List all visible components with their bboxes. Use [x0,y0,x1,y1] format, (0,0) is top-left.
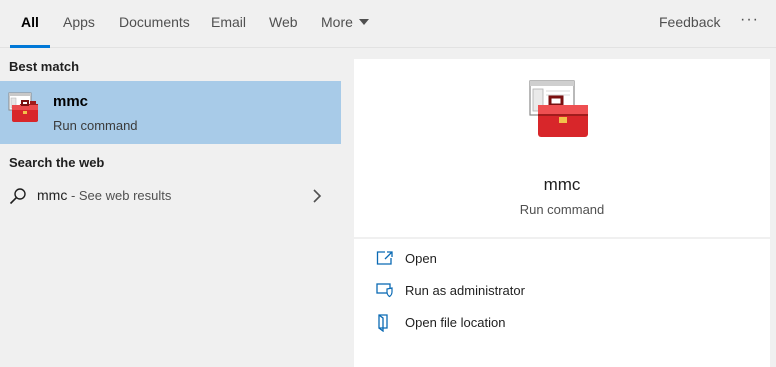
best-match-subtitle: Run command [53,118,138,133]
open-icon [376,250,394,271]
web-query: mmc [37,187,68,203]
tab-web[interactable]: Web [269,0,298,48]
tab-more[interactable]: More [321,0,369,48]
chevron-down-icon [358,19,369,25]
toolbox-app-icon-large [528,79,592,148]
shield-icon [376,282,394,303]
tab-apps[interactable]: Apps [63,0,95,48]
active-tab-indicator [10,45,50,48]
action-open-file-location[interactable]: Open file location [354,308,770,338]
app-detail-card: mmc Run command [354,59,770,237]
detail-title: mmc [543,175,581,194]
tab-web-label: Web [269,14,298,30]
action-list: Open Run as administrator Open file loca… [354,239,770,367]
search-web-header: Search the web [9,155,105,170]
tab-apps-label: Apps [63,14,95,30]
search-tab-bar: All Apps Documents Email Web More Feedba… [0,0,776,48]
action-run-as-admin[interactable]: Run as administrator [354,276,770,306]
tab-documents[interactable]: Documents [119,0,190,48]
more-options-button[interactable]: ··· [740,0,759,40]
web-suffix: - See web results [67,188,172,203]
tab-all[interactable]: All [10,0,50,48]
detail-type: Run command [519,202,605,217]
best-match-header: Best match [9,59,80,74]
best-match-title: mmc [53,93,89,110]
tab-all-label: All [21,14,39,30]
action-open[interactable]: Open [354,244,770,274]
search-icon [9,187,27,210]
action-open-file-location-label: Open file location [405,315,506,330]
best-match-result[interactable]: mmc Run command [0,81,341,144]
tab-email-label: Email [211,14,247,30]
detail-pane: mmc Run command Open Run as administrato… [341,49,776,367]
chevron-right-icon[interactable] [312,188,322,209]
action-open-label: Open [405,251,437,266]
action-run-as-admin-label: Run as administrator [405,283,525,298]
file-location-icon [376,314,394,337]
web-result-text: mmc - See web results [37,187,171,203]
web-result[interactable]: mmc - See web results [0,179,341,213]
tab-email[interactable]: Email [211,0,246,48]
feedback-button[interactable]: Feedback [659,0,720,45]
toolbox-app-icon [8,92,40,129]
tab-more-label: More [321,14,353,30]
tab-documents-label: Documents [119,14,190,30]
results-pane: Best match mmc Run command Search the we… [0,49,341,367]
